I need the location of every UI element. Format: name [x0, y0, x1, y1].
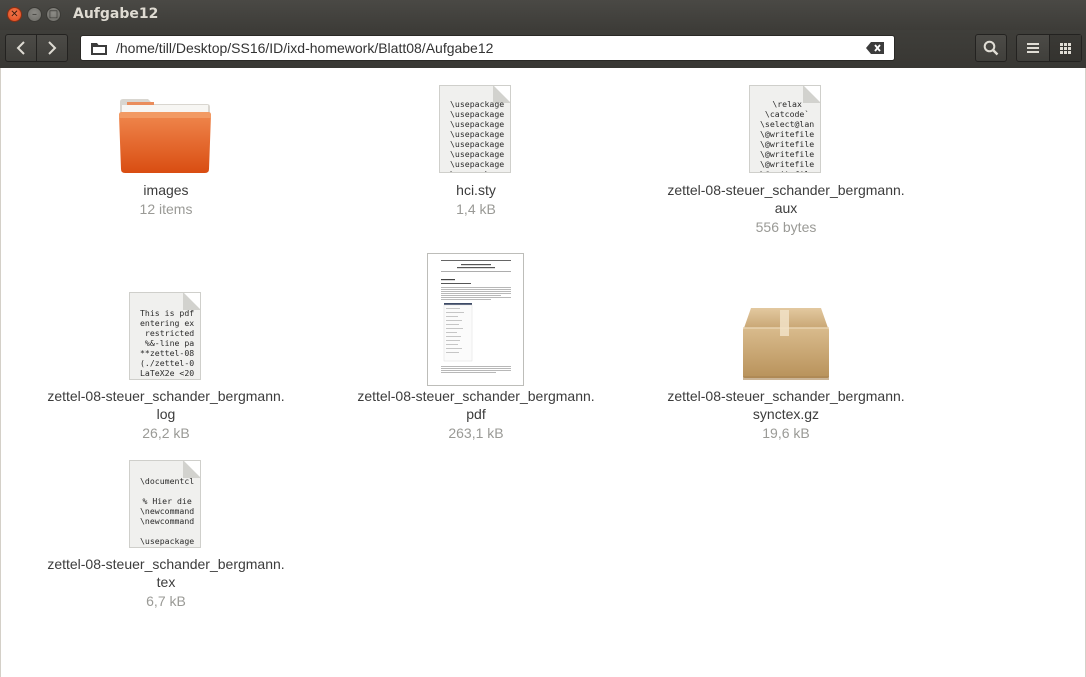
file-extension: synctex.gz: [752, 406, 820, 422]
forward-button[interactable]: [36, 35, 67, 61]
history-nav: [5, 34, 68, 62]
file-preview-text: \relax \catcode` \select@lan \@writefile…: [760, 99, 815, 172]
file-meta: 26,2 kB: [142, 425, 190, 441]
view-switcher: [1016, 34, 1082, 62]
icon-area: [656, 273, 916, 393]
file-grid: images 12 items \usepackage \usepackage …: [0, 68, 1086, 677]
icon-area: \usepackage \usepackage \usepackage \use…: [346, 68, 606, 188]
location-path[interactable]: /home/till/Desktop/SS16/ID/ixd-homework/…: [116, 40, 493, 56]
icon-area: [36, 68, 296, 188]
text-file-icon: This is pdf entering ex restricted %&-li…: [129, 292, 201, 380]
title-bar: ✕ – □ Aufgabe12: [0, 0, 1086, 30]
grid-view-icon: [1059, 42, 1071, 54]
icon-area: [346, 253, 606, 386]
file-meta: 1,4 kB: [456, 201, 496, 217]
file-preview-text: \documentcl % Hier die \newcommand \newc…: [140, 476, 195, 546]
text-file-icon: \relax \catcode` \select@lan \@writefile…: [749, 85, 821, 173]
text-file-icon: \documentcl % Hier die \newcommand \newc…: [129, 460, 201, 548]
location-bar[interactable]: /home/till/Desktop/SS16/ID/ixd-homework/…: [80, 35, 895, 61]
grid-view-button[interactable]: [1048, 35, 1081, 61]
pdf-thumbnail-icon: [427, 253, 524, 386]
file-meta: 6,7 kB: [146, 593, 186, 609]
file-name: hci.sty: [456, 182, 496, 198]
search-icon: [983, 40, 999, 56]
window-title: Aufgabe12: [73, 6, 159, 22]
file-meta: 556 bytes: [755, 219, 817, 235]
file-extension: aux: [774, 200, 798, 216]
file-name: zettel-08-steuer_schander_bergmann.: [47, 388, 285, 404]
maximize-icon: □: [48, 8, 59, 20]
file-name: zettel-08-steuer_schander_bergmann.: [667, 388, 905, 404]
icon-area: \documentcl % Hier die \newcommand \newc…: [36, 441, 296, 561]
back-button[interactable]: [6, 35, 36, 61]
maximize-window-button[interactable]: □: [46, 7, 61, 22]
file-name: images: [143, 182, 189, 198]
file-preview-text: This is pdf entering ex restricted %&-li…: [140, 308, 195, 378]
file-meta: 12 items: [139, 201, 193, 217]
icon-area: \relax \catcode` \select@lan \@writefile…: [656, 68, 916, 188]
icon-area: This is pdf entering ex restricted %&-li…: [36, 273, 296, 393]
archive-box-icon: [743, 308, 829, 380]
minimize-window-button[interactable]: –: [27, 7, 42, 22]
file-meta: 19,6 kB: [762, 425, 810, 441]
search-button[interactable]: [975, 34, 1007, 62]
folder-icon: [91, 43, 107, 55]
chevron-left-icon: [16, 41, 25, 55]
file-manager-window: ✕ – □ Aufgabe12 /home/till/Desktop/SS16/…: [0, 0, 1086, 677]
list-view-button[interactable]: [1017, 35, 1049, 61]
file-name: zettel-08-steuer_schander_bergmann.: [667, 182, 905, 198]
file-name: zettel-08-steuer_schander_bergmann.: [357, 388, 595, 404]
folder-icon: [119, 99, 211, 173]
file-extension: log: [156, 406, 176, 422]
clear-location-icon[interactable]: [866, 42, 884, 54]
file-extension: pdf: [466, 406, 486, 422]
file-name: zettel-08-steuer_schander_bergmann.: [47, 556, 285, 572]
close-icon: ✕: [10, 8, 19, 20]
file-meta: 263,1 kB: [448, 425, 504, 441]
chevron-right-icon: [48, 41, 57, 55]
toolbar: /home/till/Desktop/SS16/ID/ixd-homework/…: [0, 30, 1086, 68]
text-file-icon: \usepackage \usepackage \usepackage \use…: [439, 85, 511, 173]
list-view-icon: [1026, 43, 1039, 53]
minimize-icon: –: [32, 8, 37, 20]
close-window-button[interactable]: ✕: [7, 7, 22, 22]
file-extension: tex: [156, 574, 176, 590]
file-preview-text: \usepackage \usepackage \usepackage \use…: [450, 99, 505, 172]
